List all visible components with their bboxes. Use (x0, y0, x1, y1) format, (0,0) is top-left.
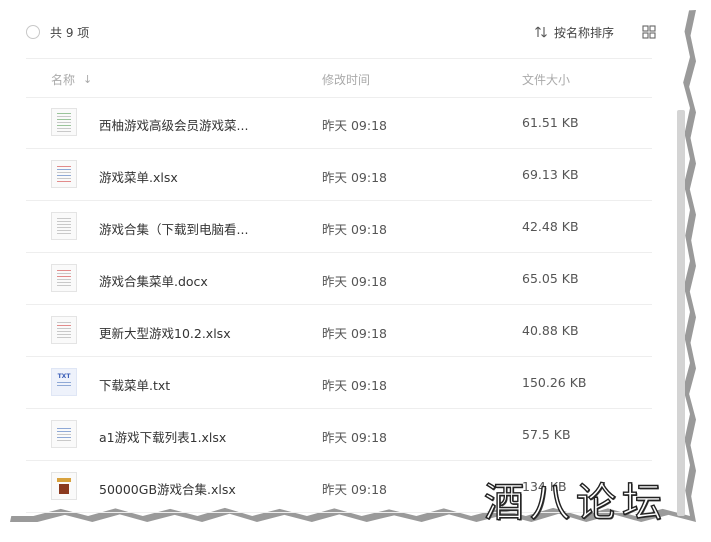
document-thumbnail-icon (51, 264, 77, 292)
select-all-checkbox[interactable] (26, 25, 40, 39)
spreadsheet-thumbnail-icon (51, 420, 77, 448)
file-name: 西柚游戏高级会员游戏菜... (99, 118, 249, 133)
file-size: 61.51 KB (522, 115, 579, 130)
file-modified: 昨天 09:18 (322, 326, 387, 341)
spreadsheet-thumbnail-icon (51, 108, 77, 136)
text-file-icon: TXT (51, 368, 77, 396)
spreadsheet-thumbnail-icon (51, 316, 77, 344)
file-modified: 昨天 09:18 (322, 274, 387, 289)
table-row[interactable]: a1游戏下载列表1.xlsx 昨天 09:18 57.5 KB (26, 409, 652, 461)
file-size: 150.26 KB (522, 375, 587, 390)
sort-by-name-button[interactable]: 按名称排序 (534, 24, 614, 41)
sort-label: 按名称排序 (553, 25, 614, 40)
file-modified: 昨天 09:18 (322, 482, 387, 497)
column-header-modified[interactable]: 修改时间 (322, 71, 370, 88)
spreadsheet-thumbnail-icon (51, 160, 77, 188)
table-header: 名称 ↓ 修改时间 文件大小 (26, 58, 652, 98)
sort-direction-icon: ↓ (83, 73, 93, 86)
grid-view-button[interactable] (642, 25, 656, 39)
file-name: 下载菜单.txt (99, 378, 171, 393)
file-name: 游戏菜单.xlsx (99, 170, 178, 185)
file-size: 42.48 KB (522, 219, 579, 234)
file-name: 50000GB游戏合集.xlsx (99, 482, 236, 497)
table-row[interactable]: 更新大型游戏10.2.xlsx 昨天 09:18 40.88 KB (26, 305, 652, 357)
sort-arrows-icon (535, 26, 547, 38)
file-modified: 昨天 09:18 (322, 170, 387, 185)
file-modified: 昨天 09:18 (322, 430, 387, 445)
grid-view-icon (642, 25, 656, 39)
file-name: 更新大型游戏10.2.xlsx (99, 326, 231, 341)
table-row[interactable]: 游戏合集（下载到电脑看... 昨天 09:18 42.48 KB (26, 201, 652, 253)
file-modified: 昨天 09:18 (322, 378, 387, 393)
item-count: 共 9 项 (50, 25, 90, 40)
file-list-toolbar: 共 9 项 按名称排序 (26, 20, 656, 44)
vertical-scrollbar[interactable] (677, 110, 685, 516)
file-name: 游戏合集（下载到电脑看... (99, 222, 249, 237)
spreadsheet-thumbnail-icon (51, 472, 77, 500)
file-size: 57.5 KB (522, 427, 571, 442)
file-size: 69.13 KB (522, 167, 579, 182)
file-name: a1游戏下载列表1.xlsx (99, 430, 227, 445)
file-size: 65.05 KB (522, 271, 579, 286)
table-row[interactable]: 西柚游戏高级会员游戏菜... 昨天 09:18 61.51 KB (26, 97, 652, 149)
table-row[interactable]: 游戏合集菜单.docx 昨天 09:18 65.05 KB (26, 253, 652, 305)
file-list: 西柚游戏高级会员游戏菜... 昨天 09:18 61.51 KB 游戏菜单.xl… (26, 97, 652, 513)
file-size: 40.88 KB (522, 323, 579, 338)
column-header-size[interactable]: 文件大小 (522, 71, 570, 88)
file-modified: 昨天 09:18 (322, 222, 387, 237)
file-modified: 昨天 09:18 (322, 118, 387, 133)
forum-watermark: 酒八论坛 (483, 479, 668, 526)
table-row[interactable]: 游戏菜单.xlsx 昨天 09:18 69.13 KB (26, 149, 652, 201)
file-name: 游戏合集菜单.docx (99, 274, 208, 289)
table-row[interactable]: TXT 下载菜单.txt 昨天 09:18 150.26 KB (26, 357, 652, 409)
column-header-name[interactable]: 名称 ↓ (51, 71, 92, 88)
document-thumbnail-icon (51, 212, 77, 240)
